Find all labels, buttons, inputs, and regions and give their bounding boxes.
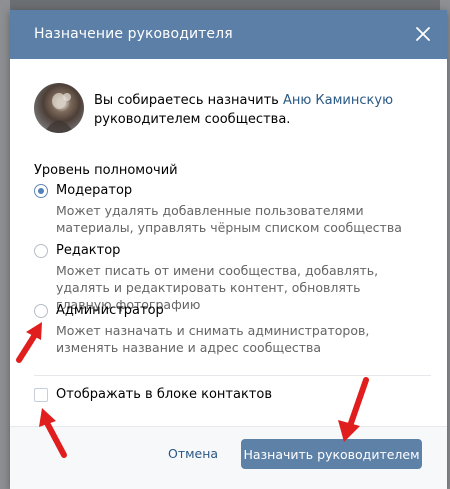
option-desc-moderator: Может удалять добавленные пользователями… [56,203,402,235]
option-label-administrator[interactable]: Администратор [56,303,164,318]
close-button[interactable] [411,22,435,46]
user-link[interactable]: Аню Каминскую [283,93,393,108]
option-label-moderator[interactable]: Модератор [56,183,132,198]
assign-manager-dialog: Назначение руководителя Вы собираетесь н… [10,10,447,489]
contacts-checkbox-label[interactable]: Отображать в блоке контактов [56,387,272,402]
dialog-footer: Отмена Назначить руководителем [10,426,447,489]
option-desc-administrator: Может назначать и снимать администраторо… [56,323,370,355]
avatar[interactable] [34,83,84,133]
radio-administrator[interactable] [34,304,48,318]
permissions-title: Уровень полномочий [34,163,178,178]
dialog-title: Назначение руководителя [34,26,233,42]
intro-text-after: руководителем сообщества. [94,112,291,127]
intro-text-before: Вы собираетесь назначить [94,93,283,108]
close-icon [416,27,430,41]
option-label-editor[interactable]: Редактор [56,243,120,258]
dialog-header: Назначение руководителя [10,10,447,59]
backdrop-left [0,0,10,489]
cancel-button[interactable]: Отмена [168,446,218,461]
intro-block: Вы собираетесь назначить Аню Каминскую р… [34,83,431,143]
assign-manager-button[interactable]: Назначить руководителем [241,439,422,469]
divider [34,375,431,376]
contacts-checkbox[interactable] [34,388,48,402]
radio-moderator[interactable] [34,184,48,198]
radio-editor[interactable] [34,244,48,258]
intro-text: Вы собираетесь назначить Аню Каминскую р… [94,91,393,129]
